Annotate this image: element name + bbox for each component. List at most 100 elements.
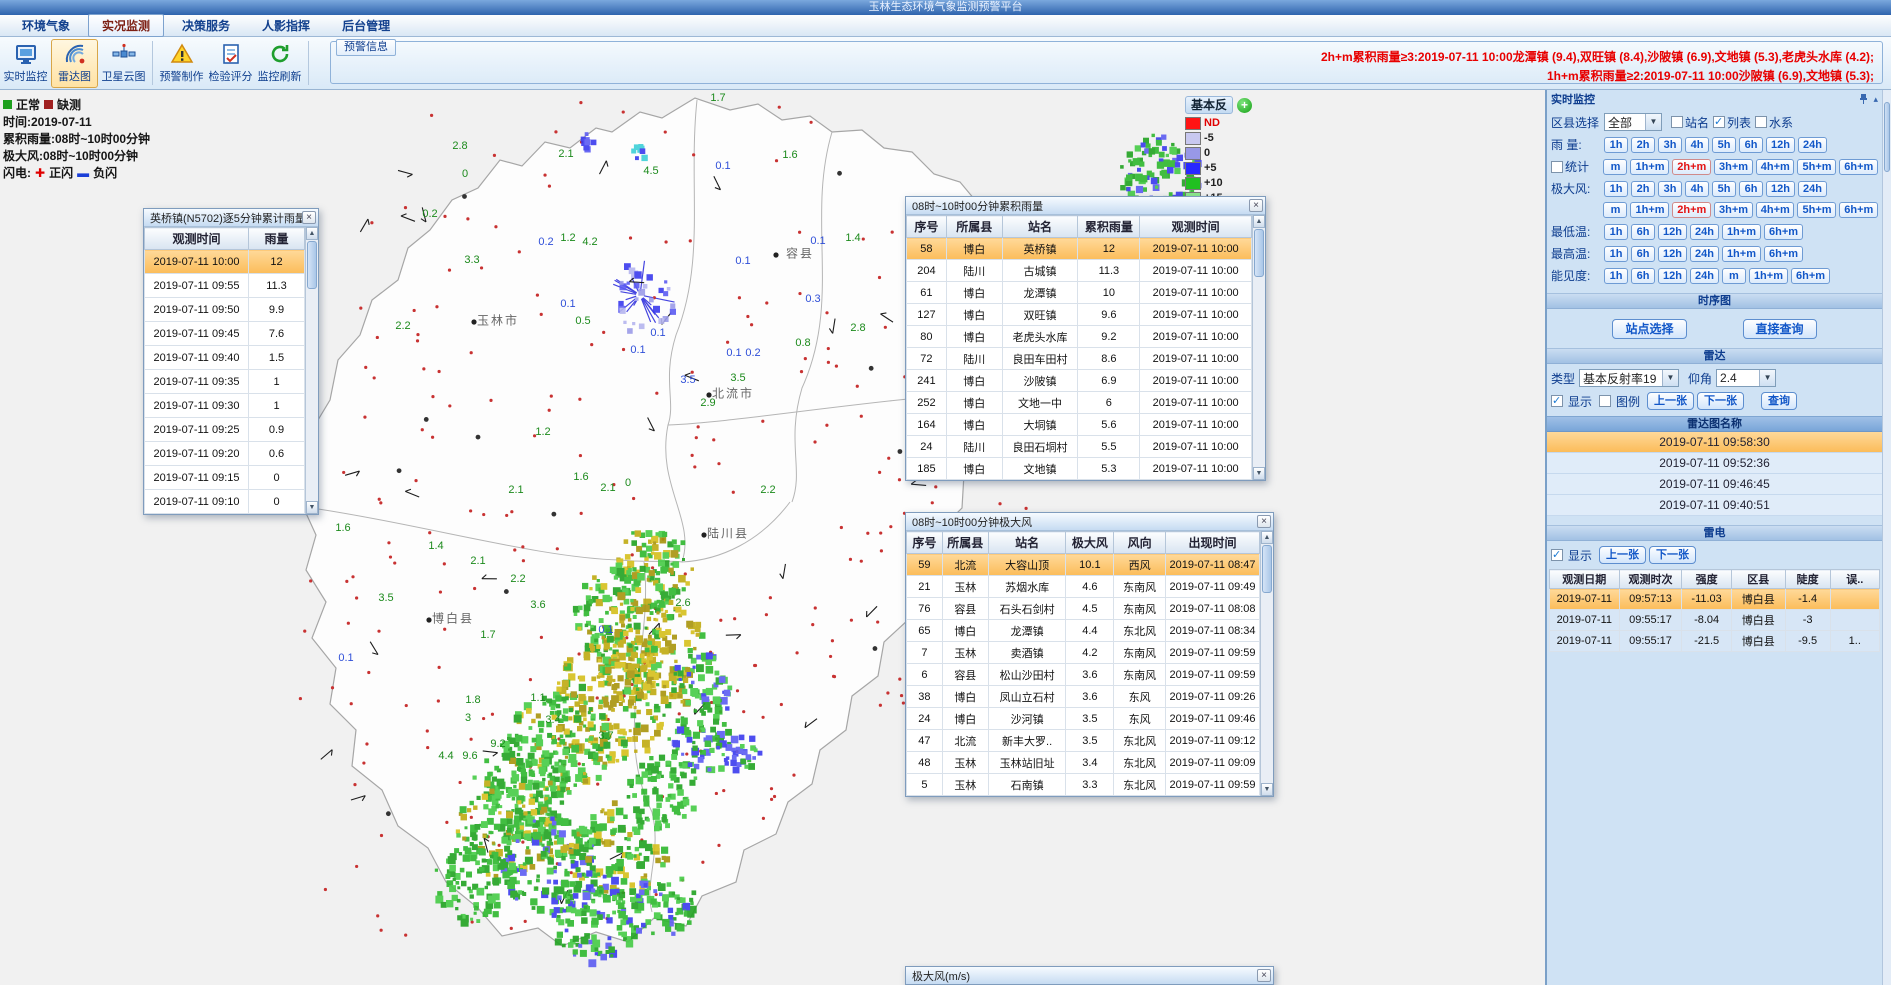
scale-add-button[interactable]: + [1237,98,1252,113]
table-row[interactable]: 2019-07-11 10:0012 [145,250,305,274]
window-titlebar[interactable]: 极大风(m/s) × [906,967,1273,985]
scroll-thumb[interactable] [1262,545,1272,593]
quick-button-6h[interactable]: 6h [1631,246,1655,262]
quick-button-4h[interactable]: 4h [1685,137,1709,153]
table-row[interactable]: 80博白老虎头水库9.22019-07-11 10:00 [907,326,1252,348]
radar-next-button[interactable]: 下一张 [1697,392,1744,410]
pin-icon[interactable] [1858,93,1869,105]
quick-button-1h+m[interactable]: 1h+m [1722,224,1761,240]
table-row[interactable]: 2019-07-11 09:5511.3 [145,274,305,298]
lightning-prev-button[interactable]: 上一张 [1599,546,1646,564]
toolbar-button[interactable]: 检验评分 [207,39,254,88]
toolbar-button[interactable]: 监控刷新 [256,39,303,88]
quick-button-m[interactable]: m [1722,268,1746,284]
table-row[interactable]: 2019-07-1109:55:17-21.5博白县-9.51.. [1550,631,1880,652]
table-row[interactable]: 47北流新丰大罗..3.5东北风2019-07-11 09:12 [907,730,1260,752]
quick-button-2h[interactable]: 2h [1631,181,1655,197]
radar-image-item[interactable]: 2019-07-11 09:52:36 [1547,453,1882,474]
quick-button-6h+m[interactable]: 6h+m [1764,224,1803,240]
table-row[interactable]: 164博白大垌镇5.62019-07-11 10:00 [907,414,1252,436]
toolbar-button[interactable]: 卫星云图 [100,39,147,88]
column-header[interactable]: 累积雨量 [1078,216,1140,238]
column-header[interactable]: 观测时间 [1140,216,1252,238]
column-header[interactable]: 极大风 [1066,532,1114,554]
column-header[interactable]: 区县 [1731,570,1785,589]
chevron-down-icon[interactable]: ▼ [1662,370,1678,386]
menu-item[interactable]: 环境气象 [8,14,84,37]
quick-button-2h[interactable]: 2h [1631,137,1655,153]
table-row[interactable]: 76容县石头石剑村4.5东南风2019-07-11 08:08 [907,598,1260,620]
column-header[interactable]: 所属县 [942,532,988,554]
county-select[interactable]: 全部 ▼ [1604,113,1662,131]
quick-button-6h[interactable]: 6h [1631,268,1655,284]
quick-button-1h[interactable]: 1h [1604,224,1628,240]
quick-button-1h+m[interactable]: 1h+m [1722,246,1761,262]
column-header[interactable]: 强度 [1682,570,1731,589]
table-row[interactable]: 2019-07-11 09:100 [145,490,305,514]
column-header[interactable]: 误.. [1830,570,1879,589]
table-row[interactable]: 2019-07-1109:57:13-11.03博白县-1.4 [1550,589,1880,610]
scroll-thumb[interactable] [307,241,317,289]
toolbar-button[interactable]: 预警制作 [158,39,205,88]
quick-button-6h+m[interactable]: 6h+m [1791,268,1830,284]
quick-button-12h[interactable]: 12h [1658,268,1687,284]
table-row[interactable]: 21玉林苏烟水库4.6东南风2019-07-11 09:49 [907,576,1260,598]
quick-button-5h[interactable]: 5h [1712,137,1736,153]
column-header[interactable]: 出现时间 [1166,532,1260,554]
scroll-thumb[interactable] [1884,102,1890,172]
radar-show-checkbox[interactable] [1551,395,1563,407]
menu-item[interactable]: 实况监测 [88,14,164,37]
close-icon[interactable]: × [1257,969,1271,982]
quick-button-6h+m[interactable]: 6h+m [1839,159,1878,175]
table-row[interactable]: 2019-07-11 09:457.6 [145,322,305,346]
scroll-down-icon[interactable]: ▼ [306,501,318,514]
table-row[interactable]: 38博白凤山立石村3.6东风2019-07-11 09:26 [907,686,1260,708]
radar-elev-select[interactable]: 2.4 ▼ [1716,369,1776,387]
scrollbar[interactable]: ▲ ▼ [1260,531,1273,796]
column-header[interactable]: 序号 [907,216,947,238]
quick-button-3h+m[interactable]: 3h+m [1714,159,1753,175]
radar-prev-button[interactable]: 上一张 [1647,392,1694,410]
toolbar-button[interactable]: 雷达图 [51,39,98,88]
close-icon[interactable]: × [1249,199,1263,212]
chevron-down-icon[interactable]: ▼ [1759,370,1775,386]
quick-button-12h[interactable]: 12h [1766,181,1795,197]
table-row[interactable]: 7玉林卖酒镇4.2东南风2019-07-11 09:59 [907,642,1260,664]
quick-button-6h[interactable]: 6h [1631,224,1655,240]
table-row[interactable]: 24博白沙河镇3.5东风2019-07-11 09:46 [907,708,1260,730]
radar-image-item[interactable]: 2019-07-11 09:46:45 [1547,474,1882,495]
window-titlebar[interactable]: 08时~10时00分钟极大风 × [906,513,1273,531]
scroll-down-icon[interactable]: ▼ [1261,783,1273,796]
列表-checkbox[interactable] [1713,116,1725,128]
table-row[interactable]: 24陆川良田石垌村5.52019-07-11 10:00 [907,436,1252,458]
quick-button-2h+m[interactable]: 2h+m [1672,202,1711,218]
table-row[interactable]: 2019-07-11 09:150 [145,466,305,490]
quick-button-m[interactable]: m [1603,159,1627,175]
table-row[interactable]: 61博白龙潭镇102019-07-11 10:00 [907,282,1252,304]
quick-button-24h[interactable]: 24h [1798,181,1827,197]
table-row[interactable]: 2019-07-11 09:301 [145,394,305,418]
radar-image-item[interactable]: 2019-07-11 09:40:51 [1547,495,1882,516]
quick-button-3h[interactable]: 3h [1658,181,1682,197]
quick-button-5h[interactable]: 5h [1712,181,1736,197]
quick-button-1h[interactable]: 1h [1604,246,1628,262]
quick-button-24h[interactable]: 24h [1690,268,1719,284]
quick-button-4h[interactable]: 4h [1685,181,1709,197]
quick-button-3h[interactable]: 3h [1658,137,1682,153]
quick-button-4h+m[interactable]: 4h+m [1756,159,1795,175]
quick-button-1h+m[interactable]: 1h+m [1630,159,1669,175]
scrollbar[interactable]: ▲ ▼ [305,227,318,514]
scroll-thumb[interactable] [1254,229,1264,277]
radar-query-button[interactable]: 查询 [1761,392,1797,410]
quick-button-12h[interactable]: 12h [1766,137,1795,153]
column-header[interactable]: 陡度 [1785,570,1830,589]
table-row[interactable]: 72陆川良田车田村8.62019-07-11 10:00 [907,348,1252,370]
close-icon[interactable]: × [1257,515,1271,528]
map-canvas[interactable]: 1.72.82.14.51.600.10.23.31.20.24.21.40.1… [0,90,1545,985]
lightning-next-button[interactable]: 下一张 [1649,546,1696,564]
站名-checkbox[interactable] [1671,116,1683,128]
timeseries-button[interactable]: 站点选择 [1612,319,1686,339]
quick-button-5h+m[interactable]: 5h+m [1797,202,1836,218]
column-header[interactable]: 风向 [1114,532,1166,554]
scroll-up-icon[interactable]: ▲ [1261,531,1273,544]
